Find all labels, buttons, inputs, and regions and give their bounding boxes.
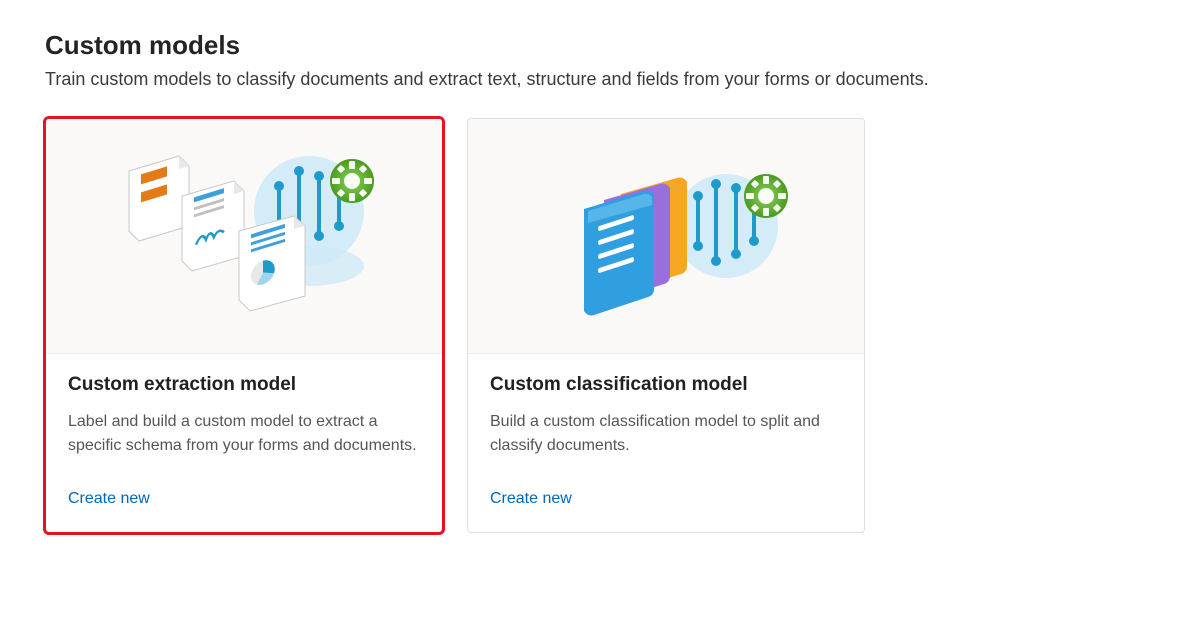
card-custom-classification[interactable]: Custom classification model Build a cust… <box>467 118 865 533</box>
card-title-extraction: Custom extraction model <box>68 374 420 396</box>
card-desc-classification: Build a custom classification model to s… <box>490 410 842 458</box>
page-subtitle: Train custom models to classify document… <box>45 69 1156 90</box>
extraction-illustration <box>46 119 442 354</box>
create-new-classification-link[interactable]: Create new <box>490 490 572 508</box>
cards-row: Custom extraction model Label and build … <box>45 118 1156 533</box>
extraction-docs-icon <box>104 136 384 336</box>
classification-illustration <box>468 119 864 354</box>
card-body: Custom classification model Build a cust… <box>468 354 864 532</box>
card-desc-extraction: Label and build a custom model to extrac… <box>68 410 420 458</box>
page-title: Custom models <box>45 30 1156 61</box>
card-custom-extraction[interactable]: Custom extraction model Label and build … <box>45 118 443 533</box>
classification-docs-icon <box>526 136 806 336</box>
create-new-extraction-link[interactable]: Create new <box>68 490 150 508</box>
card-body: Custom extraction model Label and build … <box>46 354 442 532</box>
card-title-classification: Custom classification model <box>490 374 842 396</box>
